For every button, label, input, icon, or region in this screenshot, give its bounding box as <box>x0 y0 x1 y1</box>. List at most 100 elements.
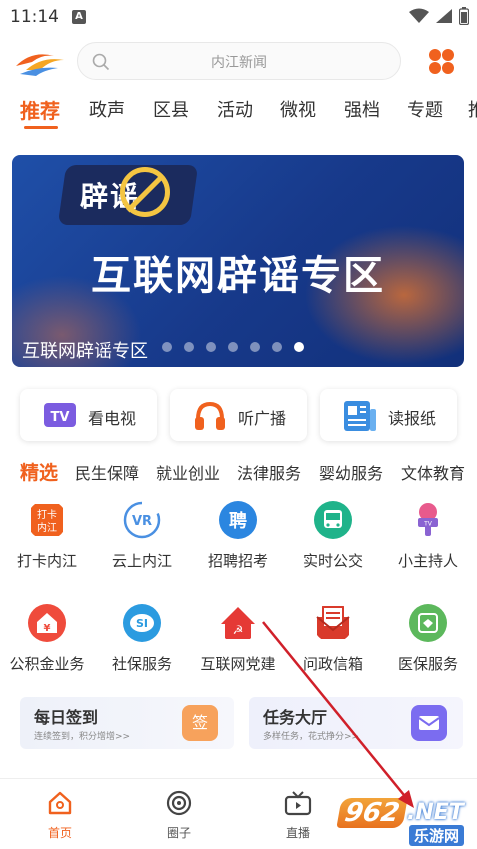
tv-icon: TV <box>44 403 76 427</box>
status-time: 11:14 <box>10 7 59 27</box>
category-featured[interactable]: 精选 <box>20 458 58 485</box>
tab-recommend[interactable]: 推荐 <box>20 96 60 124</box>
category-employment[interactable]: 就业创业 <box>156 460 220 484</box>
category-culture-education[interactable]: 文体教育 <box>401 460 465 484</box>
category-livelihood[interactable]: 民生保障 <box>75 460 139 484</box>
service-label: 实时公交 <box>302 552 363 570</box>
listen-radio-button[interactable]: 听广播 <box>170 389 307 441</box>
tab-districts[interactable]: 区县 <box>153 96 189 122</box>
daily-checkin-subtitle: 连续签到，积分增增>> <box>34 732 131 742</box>
battery-icon <box>459 7 469 25</box>
service-label: 招聘招考 <box>207 552 268 570</box>
fund-icon: ¥ <box>28 604 66 642</box>
carousel-dot[interactable] <box>206 342 216 352</box>
checkin-badge-icon: 签 <box>182 705 218 741</box>
svg-text:VR: VR <box>132 514 152 529</box>
banner-carousel[interactable]: 辟谣 互联网辟谣专区 互联网辟谣专区 <box>12 155 464 367</box>
task-hall-card[interactable]: 任务大厅 多样任务，花式挣分>> <box>249 697 463 749</box>
headphones-icon <box>195 401 225 430</box>
search-placeholder: 内江新闻 <box>211 55 267 71</box>
task-hall-title: 任务大厅 <box>263 708 328 727</box>
service-host[interactable]: TV 小主持人 <box>383 500 473 580</box>
carousel-dot[interactable] <box>228 342 238 352</box>
watermark-site: 乐游网 <box>409 825 465 846</box>
carousel-dot[interactable] <box>250 342 260 352</box>
medical-icon <box>409 604 447 642</box>
search-bar[interactable]: 内江新闻 <box>77 42 401 80</box>
svg-text:¥: ¥ <box>44 623 51 634</box>
app-header: 内江新闻 <box>0 40 477 84</box>
divider <box>0 778 477 779</box>
tab-featured[interactable]: 强档 <box>344 96 380 122</box>
wifi-icon <box>409 8 429 23</box>
signal-icon <box>436 9 452 23</box>
category-infant[interactable]: 婴幼服务 <box>319 460 383 484</box>
daily-checkin-card[interactable]: 每日签到 连续签到，积分增增>> 签 <box>20 697 234 749</box>
circle-icon <box>166 790 192 816</box>
carousel-dot[interactable] <box>184 342 194 352</box>
apps-icon[interactable] <box>428 48 455 75</box>
recruit-icon: 聘 <box>219 501 257 539</box>
svg-text:☭: ☭ <box>233 623 244 637</box>
watch-tv-label: 看电视 <box>88 409 137 428</box>
carousel-dot[interactable] <box>162 342 172 352</box>
svg-text:SI: SI <box>136 617 148 630</box>
service-cloud[interactable]: VR 云上内江 <box>97 500 187 580</box>
carousel-dot-active[interactable] <box>294 342 304 352</box>
listen-radio-label: 听广播 <box>238 409 287 428</box>
mailbox-icon <box>316 606 350 639</box>
svg-text:TV: TV <box>423 521 433 528</box>
banner-title: 互联网辟谣专区 <box>91 253 385 299</box>
service-label: 小主持人 <box>397 552 458 570</box>
nav-live[interactable]: 直播 <box>263 790 333 841</box>
tab-video[interactable]: 微视 <box>280 96 316 122</box>
service-social-security[interactable]: SI 社保服务 <box>97 603 187 683</box>
tab-activities[interactable]: 活动 <box>217 96 253 122</box>
daily-checkin-title: 每日签到 <box>34 708 99 727</box>
party-icon: ☭ <box>221 607 255 639</box>
svg-text:内江: 内江 <box>37 521 57 534</box>
service-label: 云上内江 <box>111 552 172 570</box>
tab-politics[interactable]: 政声 <box>89 96 125 122</box>
nav-home-label: 首页 <box>47 826 72 840</box>
service-categories: 精选 民生保障 就业创业 法律服务 婴幼服务 文体教育 <box>0 458 477 486</box>
service-bus[interactable]: 实时公交 <box>288 500 378 580</box>
watermark-brand: 962 <box>336 798 408 828</box>
nav-circle[interactable]: 圈子 <box>144 790 214 841</box>
carousel-dots <box>162 342 304 352</box>
service-medical-insurance[interactable]: 医保服务 <box>383 603 473 683</box>
read-newspaper-button[interactable]: 读报纸 <box>320 389 457 441</box>
service-label: 互联网党建 <box>200 655 276 673</box>
category-legal[interactable]: 法律服务 <box>237 460 301 484</box>
tab-topics[interactable]: 专题 <box>407 96 443 122</box>
task-hall-subtitle: 多样任务，花式挣分>> <box>263 732 360 742</box>
app-logo <box>16 54 64 76</box>
home-icon <box>48 791 72 815</box>
no-sign-icon <box>120 167 170 217</box>
nav-home[interactable]: 首页 <box>25 790 95 841</box>
service-label: 问政信箱 <box>302 655 363 673</box>
service-recruit[interactable]: 聘 招聘招考 <box>193 500 283 580</box>
read-newspaper-label: 读报纸 <box>388 409 437 428</box>
checkin-icon: 打卡内江 <box>31 504 63 536</box>
task-icon <box>411 705 447 741</box>
carousel-dot[interactable] <box>272 342 282 352</box>
active-tab-indicator <box>24 126 58 129</box>
service-mailbox[interactable]: 问政信箱 <box>288 603 378 683</box>
svg-text:聘: 聘 <box>229 510 247 532</box>
watch-tv-button[interactable]: TV 看电视 <box>20 389 157 441</box>
vr-icon: VR <box>123 501 161 539</box>
service-label: 社保服务 <box>111 655 172 673</box>
site-watermark-logo: 962 .NET 乐游网 <box>336 798 477 848</box>
banner-caption: 互联网辟谣专区 <box>22 341 148 362</box>
tab-more[interactable]: 推 <box>468 96 477 122</box>
service-label: 医保服务 <box>397 655 458 673</box>
nav-live-label: 直播 <box>285 826 310 840</box>
microphone-icon: TV <box>418 503 438 536</box>
service-checkin[interactable]: 打卡 内江 打卡内江 <box>2 500 92 580</box>
service-party-building[interactable]: ☭ 互联网党建 <box>193 603 283 683</box>
channel-tabs: 推荐 政声 区县 活动 微视 强档 专题 推 <box>0 96 477 130</box>
status-icons <box>409 7 469 25</box>
service-housing-fund[interactable]: ¥ 公积金业务 <box>2 603 92 683</box>
nav-circle-label: 圈子 <box>166 826 191 840</box>
